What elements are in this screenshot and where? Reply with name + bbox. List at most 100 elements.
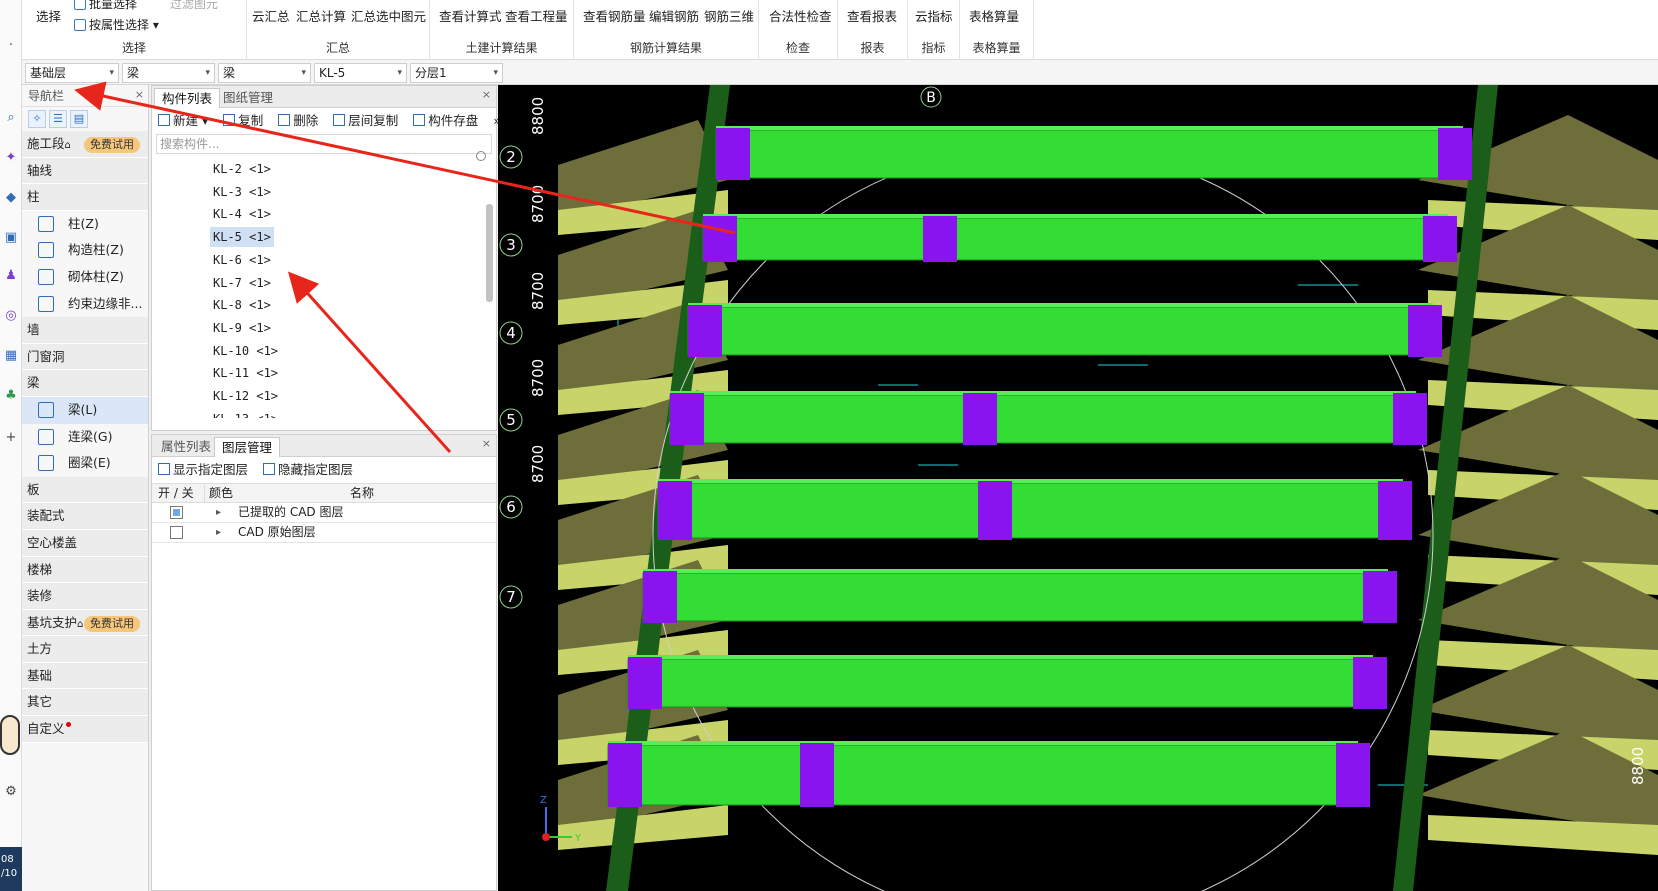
delete-button[interactable]: 删除 (278, 108, 318, 134)
nav-item-11[interactable]: 连梁(G) (22, 423, 148, 451)
search-icon[interactable]: ⌕ (3, 110, 19, 126)
layer-visibility-checkbox[interactable] (170, 526, 183, 539)
nav-category-15[interactable]: 空心楼盖 (22, 529, 148, 557)
component-list-item[interactable]: KL-12 <1> (210, 386, 281, 406)
nav-category-22[interactable]: 自定义 (22, 716, 148, 743)
free-trial-badge[interactable]: 免费试用 (84, 615, 140, 632)
attr-select-button[interactable]: 按属性选择 ▾ (74, 16, 159, 33)
floor-copy-button[interactable]: 层间复制 (333, 108, 398, 134)
nav-category-0[interactable]: 施工段⌂ 免费试用 (22, 131, 148, 158)
summary-calc-button[interactable]: 汇总计算 (296, 6, 346, 25)
dot-icon[interactable]: · (3, 38, 19, 54)
plus-icon[interactable]: + (3, 430, 19, 446)
star-icon[interactable]: ✦ (3, 150, 19, 166)
ribbon-group-report: 查看报表 报表 (838, 0, 908, 60)
batch-select-button[interactable]: 批量选择 (74, 0, 137, 12)
edit-rebar-button[interactable]: 编辑钢筋 (649, 6, 699, 25)
avatar[interactable] (0, 715, 20, 755)
component-list-item[interactable]: KL-6 <1> (210, 250, 274, 270)
component-list-item[interactable]: KL-9 <1> (210, 318, 274, 338)
component-search-input[interactable]: 搜索构件... (156, 134, 492, 154)
nav-item-3[interactable]: 柱(Z) (22, 210, 148, 238)
box-icon[interactable]: ▣ (3, 230, 19, 246)
nav-item-12[interactable]: 圈梁(E) (22, 450, 148, 477)
save-component-button[interactable]: 构件存盘 (413, 108, 478, 134)
diamond-icon[interactable]: ◆ (3, 190, 19, 206)
nav-item-6[interactable]: 约束边缘非... (22, 290, 148, 318)
nav-category-9[interactable]: 梁 (22, 370, 148, 397)
list-view-icon[interactable]: ☰ (49, 110, 67, 128)
component-list-item[interactable]: KL-10 <1> (210, 341, 281, 361)
nav-category-20[interactable]: 基础 (22, 662, 148, 690)
component-list-item[interactable]: KL-8 <1> (210, 295, 274, 315)
nav-category-14[interactable]: 装配式 (22, 503, 148, 530)
view-formula-button[interactable]: 查看计算式 (439, 6, 502, 25)
show-layer-button[interactable]: 显示指定图层 (158, 457, 248, 483)
component-list-item[interactable]: KL-4 <1> (210, 204, 274, 224)
summary-selected-button[interactable]: 汇总选中图元 (351, 6, 426, 25)
layer-row[interactable]: ▸ CAD 原始图层 (152, 523, 496, 543)
layer-visibility-checkbox[interactable] (170, 506, 183, 519)
nav-category-1[interactable]: 轴线 (22, 157, 148, 185)
nav-category-8[interactable]: 门窗洞 (22, 343, 148, 371)
rebar-3d-button[interactable]: 钢筋三维 (704, 6, 754, 25)
axis-number: 7 (506, 588, 516, 606)
cloud-summary-button[interactable]: 云汇总 (252, 6, 290, 25)
table-calc-button[interactable]: 表格算量 (969, 6, 1019, 25)
view-rebar-button[interactable]: 查看钢筋量 (583, 6, 646, 25)
nav-category-2[interactable]: 柱 (22, 184, 148, 211)
tab-drawing-management[interactable]: 图纸管理 (216, 88, 280, 108)
view-quantity-button[interactable]: 查看工程量 (505, 6, 568, 25)
component-list-item[interactable]: KL-3 <1> (210, 182, 274, 202)
nav-category-19[interactable]: 土方 (22, 636, 148, 663)
nav-category-7[interactable]: 墙 (22, 317, 148, 344)
layer-panel-close-button[interactable]: × (482, 437, 491, 450)
component-list-item[interactable]: KL-13 <1> (210, 409, 281, 418)
detail-view-icon[interactable]: ▤ (70, 110, 88, 128)
component-list-item[interactable]: KL-5 <1> (210, 227, 274, 248)
category-select[interactable]: 梁 (122, 63, 215, 83)
view-report-button[interactable]: 查看报表 (847, 6, 897, 25)
copy-button[interactable]: 复制 (223, 108, 263, 134)
nav-category-13[interactable]: 板 (22, 476, 148, 504)
nav-tool-icon[interactable]: ✧ (28, 110, 46, 128)
nav-item-label: 其它 (27, 694, 53, 710)
nav-item-5[interactable]: 砌体柱(Z) (22, 263, 148, 291)
floor-select[interactable]: 基础层 (25, 63, 119, 83)
nav-category-17[interactable]: 装修 (22, 583, 148, 610)
nav-item-4[interactable]: 构造柱(Z) (22, 237, 148, 264)
gear-icon[interactable]: ⚙ (3, 784, 19, 800)
free-trial-badge[interactable]: 免费试用 (84, 137, 140, 153)
component-list-item[interactable]: KL-2 <1> (210, 159, 274, 179)
leaf-icon[interactable]: ♣ (3, 388, 19, 404)
expand-chevron-icon[interactable]: ▸ (216, 503, 221, 522)
nav-close-button[interactable]: × (135, 88, 144, 101)
3d-viewport[interactable]: 2 3 4 5 6 7 8800 8700 8700 8700 8700 8800 B Z Y (498, 85, 1658, 891)
expand-chevron-icon[interactable]: ▸ (216, 523, 221, 542)
select-button[interactable]: 选择 (36, 6, 61, 25)
3d-model-scene[interactable]: 2 3 4 5 6 7 8800 8700 8700 8700 8700 8800 B Z Y (498, 85, 1658, 891)
ring-icon[interactable]: ◎ (3, 308, 19, 324)
person-icon[interactable]: ♟ (3, 268, 19, 284)
filter-element-button[interactable]: 过滤图元 (170, 0, 218, 12)
new-button[interactable]: 新建 ▾ (158, 108, 208, 134)
tab-component-list[interactable]: 构件列表 (154, 88, 221, 108)
nav-item-10[interactable]: 梁(L) (22, 396, 148, 424)
nav-category-18[interactable]: 基坑支护⌂ 免费试用 (22, 609, 148, 637)
cloud-index-button[interactable]: 云指标 (915, 6, 953, 25)
layer-row[interactable]: ▸ 已提取的 CAD 图层 (152, 503, 496, 523)
tab-layer-management[interactable]: 图层管理 (214, 437, 281, 457)
hide-layer-button[interactable]: 隐藏指定图层 (263, 457, 353, 483)
component-select[interactable]: KL-5 (314, 63, 407, 83)
legality-check-button[interactable]: 合法性检查 (769, 6, 832, 25)
type-select[interactable]: 梁 (218, 63, 311, 83)
component-panel-close-button[interactable]: × (482, 88, 491, 101)
tab-properties[interactable]: 属性列表 (154, 437, 218, 457)
sublayer-select[interactable]: 分层1 (410, 63, 503, 83)
nav-category-16[interactable]: 楼梯 (22, 556, 148, 584)
component-list-item[interactable]: KL-11 <1> (210, 363, 281, 383)
nav-category-21[interactable]: 其它 (22, 689, 148, 717)
grid-icon[interactable]: ▦ (3, 348, 19, 364)
component-list-item[interactable]: KL-7 <1> (210, 273, 274, 293)
component-list-scrollbar[interactable] (486, 204, 493, 302)
